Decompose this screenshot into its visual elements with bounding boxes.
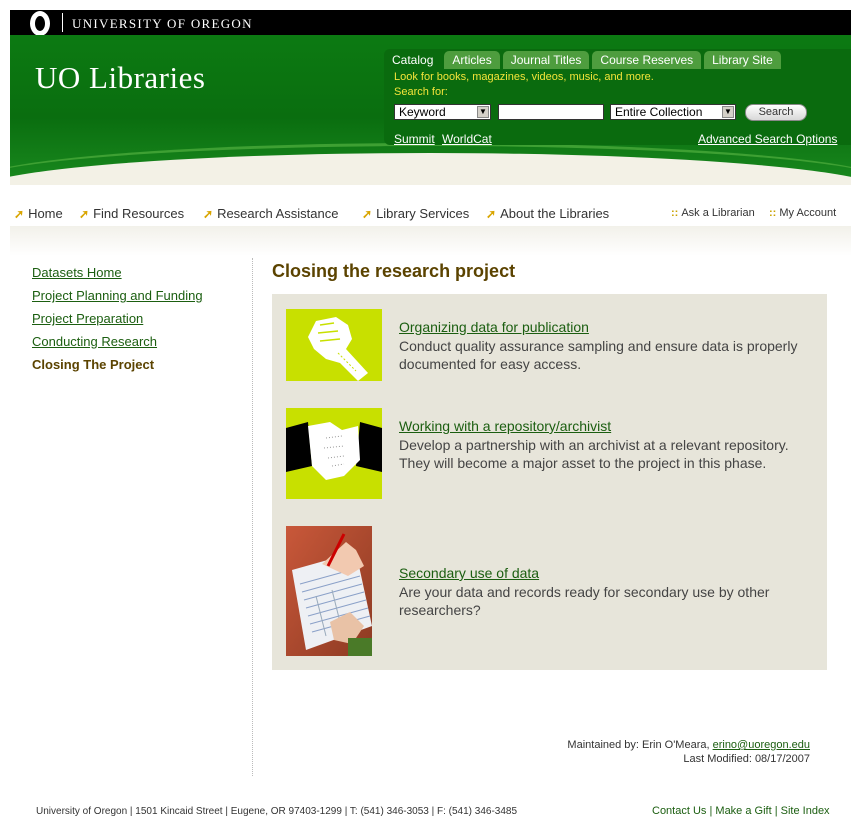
page-title: Closing the research project xyxy=(272,261,516,281)
tab-course-reserves[interactable]: Course Reserves xyxy=(592,51,702,69)
advanced-search-link[interactable]: Advanced Search Options xyxy=(698,132,837,146)
search-for-label: Search for: xyxy=(394,86,448,98)
worldcat-link[interactable]: WorldCat xyxy=(442,132,492,146)
util-label: My Account xyxy=(779,207,837,219)
handshake-icon[interactable] xyxy=(286,408,382,499)
search-scope-select[interactable]: Entire Collection ▼ xyxy=(610,104,736,120)
nav-label: About the Libraries xyxy=(500,206,610,221)
nav-home[interactable]: ➚ Home xyxy=(14,206,63,221)
list-item: Working with a repository/archivist Deve… xyxy=(286,408,816,499)
arrow-icon: ➚ xyxy=(14,207,25,221)
sidebar-item-closing-project: Closing The Project xyxy=(32,357,155,372)
site-index-link[interactable]: Site Index xyxy=(781,805,830,817)
footer-address: University of Oregon | 1501 Kincaid Stre… xyxy=(36,806,518,817)
sidebar-item-conducting-research[interactable]: Conducting Research xyxy=(32,334,242,351)
nav-label: Research Assistance xyxy=(217,206,339,221)
search-tabs: Catalog Articles Journal Titles Course R… xyxy=(384,51,781,69)
make-a-gift-link[interactable]: Make a Gift xyxy=(715,805,771,817)
last-modified: Last Modified: 08/17/2007 xyxy=(683,753,810,765)
maintainer-line: Maintained by: Erin O'Meara, erino@uoreg… xyxy=(567,738,810,752)
util-label: Ask a Librarian xyxy=(681,207,755,219)
nav-research-assistance[interactable]: ➚ Research Assistance xyxy=(203,206,338,221)
my-account-link[interactable]: :: My Account xyxy=(769,207,836,219)
arrow-icon: ➚ xyxy=(203,207,214,221)
sidebar: Datasets Home Project Planning and Fundi… xyxy=(32,265,242,380)
separator: | xyxy=(709,805,713,817)
uo-o-logo[interactable] xyxy=(30,11,50,36)
contact-us-link[interactable]: Contact Us xyxy=(652,805,706,817)
nav-label: Find Resources xyxy=(93,206,185,221)
tab-library-site[interactable]: Library Site xyxy=(704,51,781,69)
content-box: Organizing data for publication Conduct … xyxy=(272,294,827,670)
sidebar-item-project-planning[interactable]: Project Planning and Funding xyxy=(32,288,242,305)
chevron-down-icon[interactable]: ▼ xyxy=(477,106,489,118)
maintainer-label: Maintained by: Erin O'Meara, xyxy=(567,739,710,751)
sidebar-item-project-preparation[interactable]: Project Preparation xyxy=(32,311,242,328)
item-title-link[interactable]: Working with a repository/archivist xyxy=(399,418,611,434)
university-name[interactable]: UNIVERSITY OF OREGON xyxy=(72,16,253,32)
footer-links: Contact Us | Make a Gift | Site Index xyxy=(652,805,830,817)
main-navigation: ➚ Home ➚ Find Resources ➚ Research Assistan… xyxy=(10,206,851,222)
column-divider xyxy=(252,258,253,776)
nav-about-libraries[interactable]: ➚ About the Libraries xyxy=(486,206,609,221)
search-type-value: Keyword xyxy=(399,105,446,119)
nav-label: Home xyxy=(28,206,63,221)
separator: | xyxy=(774,805,778,817)
arrow-icon: ➚ xyxy=(362,207,373,221)
separator: :: xyxy=(671,207,679,219)
arrow-icon: ➚ xyxy=(79,207,90,221)
nav-label: Library Services xyxy=(376,206,470,221)
item-description: Develop a partnership with an archivist … xyxy=(399,437,789,471)
maintainer-info: Maintained by: Erin O'Meara, erino@uoreg… xyxy=(567,738,810,766)
item-title-link[interactable]: Secondary use of data xyxy=(399,565,539,581)
divider xyxy=(62,13,63,32)
tab-articles[interactable]: Articles xyxy=(444,51,500,69)
tab-catalog[interactable]: Catalog xyxy=(384,51,442,69)
sidebar-item-datasets-home[interactable]: Datasets Home xyxy=(32,265,242,282)
item-title-link[interactable]: Organizing data for publication xyxy=(399,319,589,335)
site-title[interactable]: UO Libraries xyxy=(35,60,205,96)
nav-find-resources[interactable]: ➚ Find Resources xyxy=(79,206,184,221)
fist-icon[interactable] xyxy=(286,309,382,381)
search-button[interactable]: Search xyxy=(745,104,807,121)
search-hint: Look for books, magazines, videos, music… xyxy=(394,71,654,83)
item-description: Are your data and records ready for seco… xyxy=(399,584,770,618)
arrow-icon: ➚ xyxy=(486,207,497,221)
list-item: Organizing data for publication Conduct … xyxy=(286,309,816,381)
summit-link[interactable]: Summit xyxy=(394,132,435,146)
list-item: Secondary use of data Are your data and … xyxy=(286,526,816,656)
maintainer-email-link[interactable]: erino@uoregon.edu xyxy=(713,739,810,751)
site-header: UO Libraries Catalog Articles Journal Ti… xyxy=(10,35,851,185)
nav-library-services[interactable]: ➚ Library Services xyxy=(362,206,469,221)
separator: :: xyxy=(769,207,777,219)
tab-journal-titles[interactable]: Journal Titles xyxy=(502,51,590,69)
chevron-down-icon[interactable]: ▼ xyxy=(722,106,734,118)
writing-hand-photo[interactable] xyxy=(286,526,372,656)
search-type-select[interactable]: Keyword ▼ xyxy=(394,104,491,120)
search-scope-value: Entire Collection xyxy=(615,105,703,119)
nav-shade xyxy=(10,226,851,256)
university-bar: UNIVERSITY OF OREGON xyxy=(10,10,851,36)
search-input[interactable] xyxy=(498,104,604,120)
item-description: Conduct quality assurance sampling and e… xyxy=(399,338,798,372)
ask-a-librarian-link[interactable]: :: Ask a Librarian xyxy=(671,207,755,219)
